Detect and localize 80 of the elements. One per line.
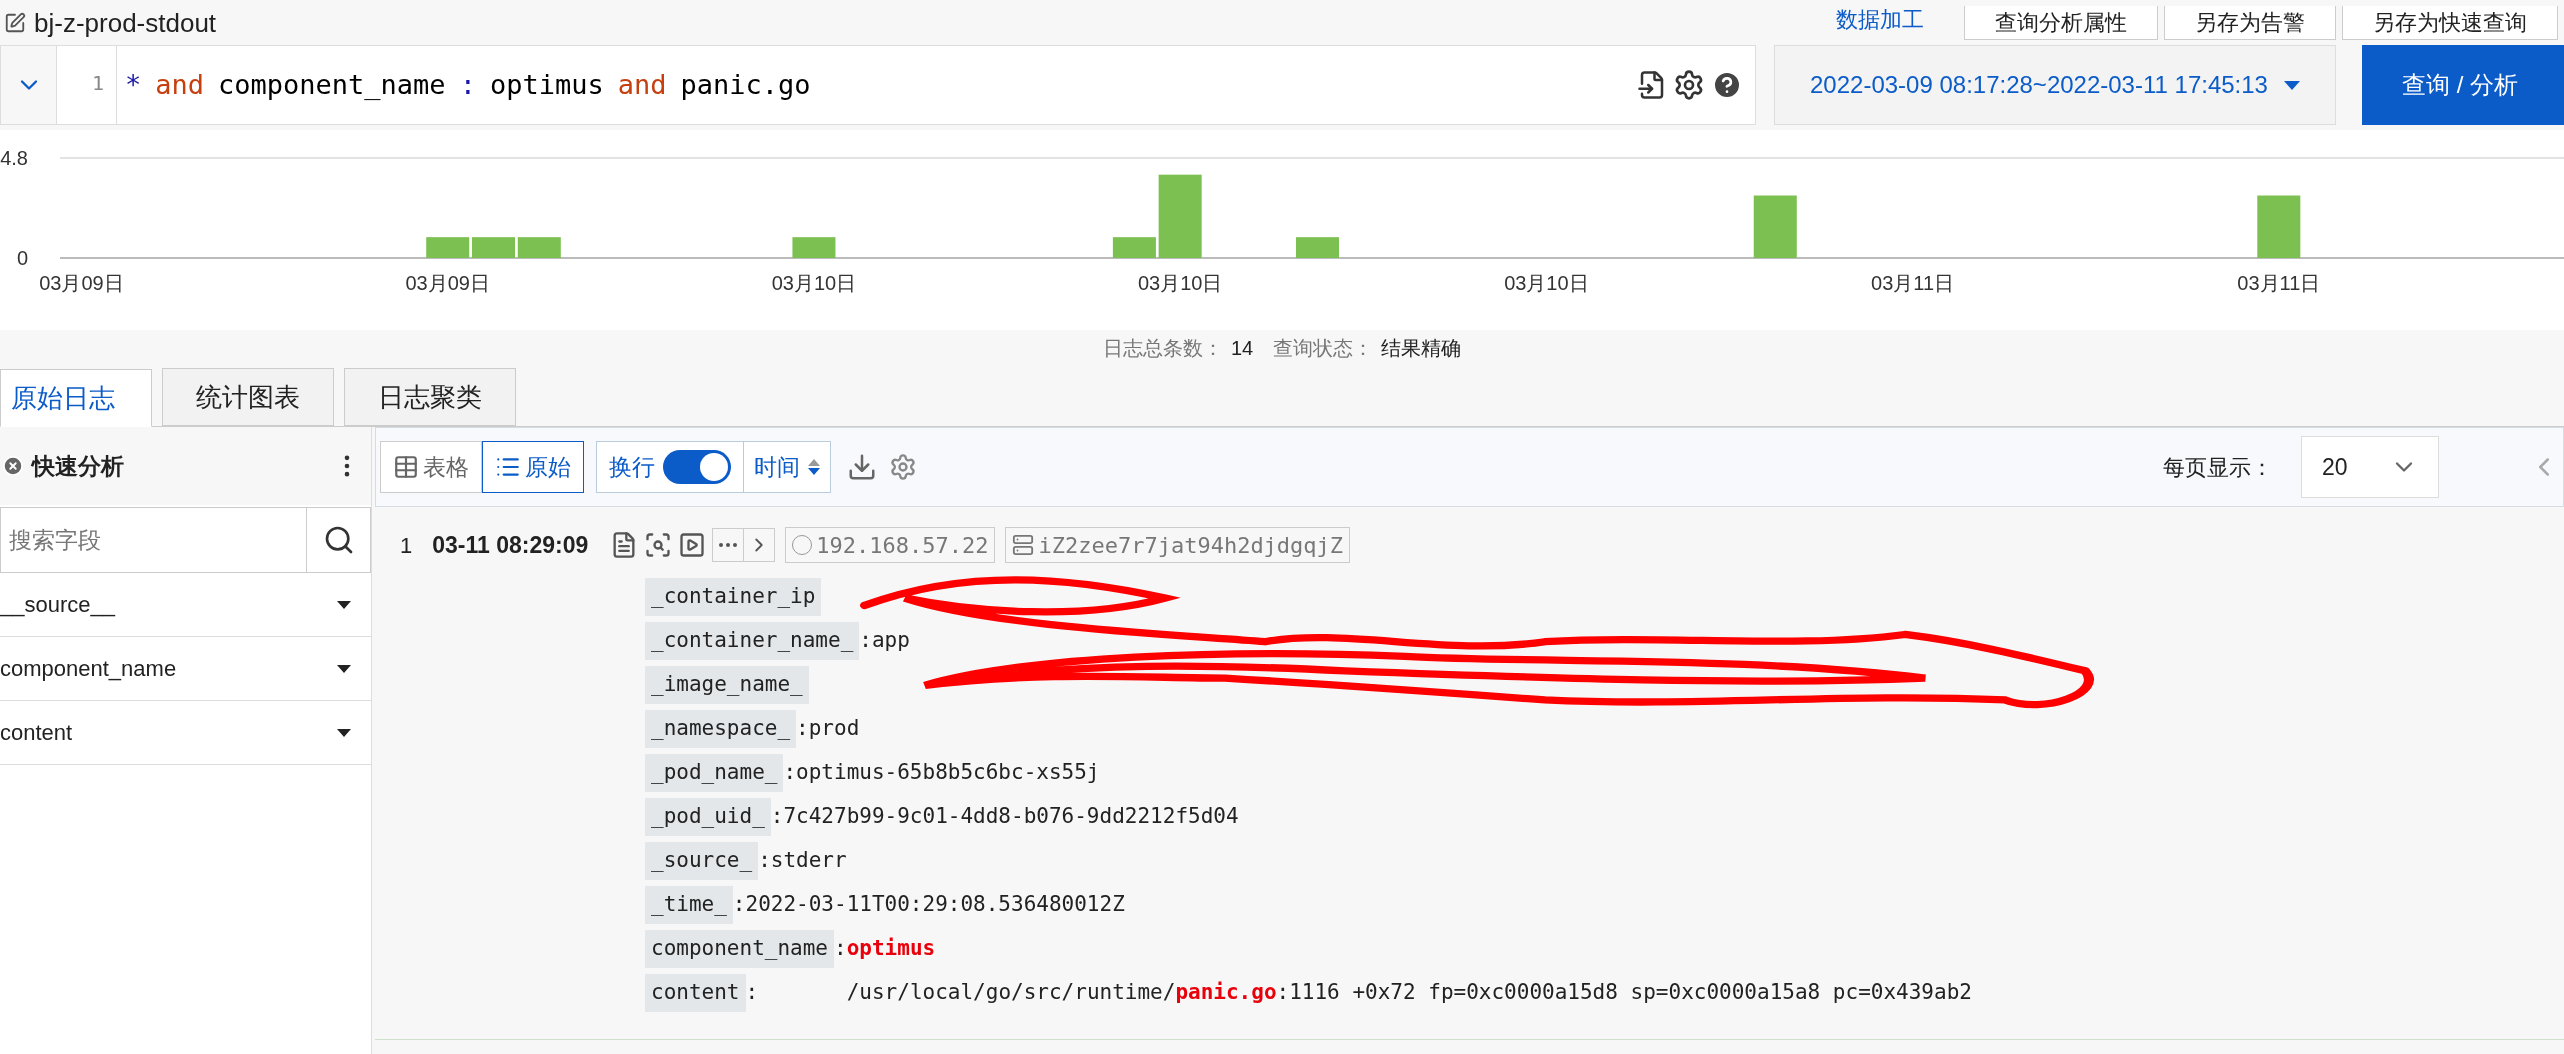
download-icon[interactable] xyxy=(847,452,877,482)
field-search-input[interactable]: 搜索字段 xyxy=(0,507,307,573)
histogram-bar xyxy=(426,237,470,258)
field-value: : /usr/local/go/src/runtime/panic.go:1116 +0x72 fp=0xc0000a15d8 sp=0xc0000a15a8 pc=0x439ab2 xyxy=(745,979,1972,1007)
y-tick-label: 4.8 xyxy=(0,147,28,169)
field-key: _source_ xyxy=(645,842,759,880)
x-tick-label: 03月10日 xyxy=(771,272,857,294)
host-tag: iZ2zee7r7jat94h2djdgqjZ xyxy=(1005,527,1351,563)
field-key: _pod_name_ xyxy=(645,754,784,792)
status-value: 结果精确 xyxy=(1381,335,1462,361)
field-key: _image_name_ xyxy=(645,666,809,704)
field-item[interactable]: component_name xyxy=(0,637,371,701)
caret-icon xyxy=(2283,80,2300,90)
field-key: content xyxy=(645,974,746,1012)
data-processing-link[interactable]: 数据加工 xyxy=(1836,3,1924,40)
histogram-bar xyxy=(1296,237,1339,258)
server-icon xyxy=(1012,534,1035,556)
view-tab[interactable]: 统计图表 xyxy=(162,368,334,426)
count-value: 14 xyxy=(1230,335,1254,361)
field-key: _time_ xyxy=(645,886,733,924)
field-item[interactable]: content xyxy=(0,701,371,765)
histogram-bar xyxy=(472,237,515,258)
view-mode-button[interactable]: 原始 xyxy=(482,441,584,493)
x-tick-label: 03月10日 xyxy=(1137,272,1223,294)
caret-icon xyxy=(337,728,351,737)
field-key: _container_name_ xyxy=(645,622,860,660)
count-label: 日志总条数： xyxy=(1102,335,1223,361)
quick-analysis-title: 快速分析 xyxy=(32,451,124,481)
field-value: :app xyxy=(859,627,910,655)
field-value: :optimus-65b8b5c6bc-xs55j xyxy=(783,759,1100,787)
wrap-toggle[interactable]: 换行 xyxy=(597,442,744,492)
field-key: _namespace_ xyxy=(645,710,797,748)
ip-tag: 192.168.57.22 xyxy=(785,527,996,563)
x-tick-label: 03月11日 xyxy=(2237,272,2321,294)
histogram-bar xyxy=(517,237,561,258)
line-number: 1 xyxy=(57,46,117,124)
page-size-select[interactable]: 20 xyxy=(2301,436,2439,498)
y-tick-label: 0 xyxy=(16,247,28,269)
play-icon[interactable] xyxy=(678,531,707,559)
status-label: 查询状态： xyxy=(1273,335,1374,361)
header-tab[interactable]: 查询分析属性 xyxy=(1964,6,2158,40)
x-tick-label: 03月11日 xyxy=(1871,272,1955,294)
table-icon xyxy=(393,454,419,480)
field-key: component_name xyxy=(645,930,834,968)
header-tab[interactable]: 另存为快速查询 xyxy=(2342,6,2558,40)
field-key: _container_ip xyxy=(645,578,822,616)
query-editor[interactable]: * and component_name : optimus and panic.go xyxy=(117,46,1637,124)
x-tick-label: 03月09日 xyxy=(405,272,490,294)
search-icon[interactable] xyxy=(644,531,673,559)
view-tab[interactable]: 日志聚类 xyxy=(344,368,516,426)
field-value: :optimus xyxy=(834,935,936,963)
search-button[interactable] xyxy=(307,507,371,573)
time-range-picker[interactable]: 2022-03-09 08:17:28~2022-03-11 17:45:13 xyxy=(1774,45,2336,125)
caret-icon xyxy=(337,600,351,609)
x-tick-label: 03月09日 xyxy=(39,272,124,294)
sort-button[interactable]: 时间 xyxy=(744,442,830,492)
collapse-icon[interactable] xyxy=(2,455,24,477)
settings-icon[interactable] xyxy=(1673,69,1705,101)
header-tab[interactable]: 另存为告警 xyxy=(2164,6,2336,40)
field-value: :2022-03-11T00:29:08.536480012Z xyxy=(732,891,1125,919)
logstore-title: bj-z-prod-stdout xyxy=(34,10,217,36)
view-mode-button[interactable]: 表格 xyxy=(380,441,482,493)
field-value: :7c427b99-9c01-4dd8-b076-9dd2212f5d04 xyxy=(770,803,1239,831)
caret-icon xyxy=(337,664,351,673)
query-button[interactable]: 查询 / 分析 xyxy=(2362,45,2564,125)
histogram-bar xyxy=(792,237,836,258)
field-value: :stderr xyxy=(758,847,847,875)
page-size-label: 每页显示： xyxy=(2163,453,2273,482)
histogram-bar xyxy=(2257,195,2301,258)
field-item[interactable]: __source__ xyxy=(0,573,371,637)
log-time: 03-11 08:29:09 xyxy=(432,530,589,560)
field-value: :prod xyxy=(796,715,860,743)
histogram-bar xyxy=(1753,195,1797,258)
ellipsis-icon xyxy=(719,543,738,547)
field-key: _pod_uid_ xyxy=(645,798,771,836)
x-tick-label: 03月10日 xyxy=(1504,272,1589,294)
edit-icon[interactable] xyxy=(4,12,26,34)
histogram-bar xyxy=(1112,237,1156,258)
view-tab[interactable]: 原始日志 xyxy=(0,369,152,427)
row-index: 1 xyxy=(400,531,413,560)
